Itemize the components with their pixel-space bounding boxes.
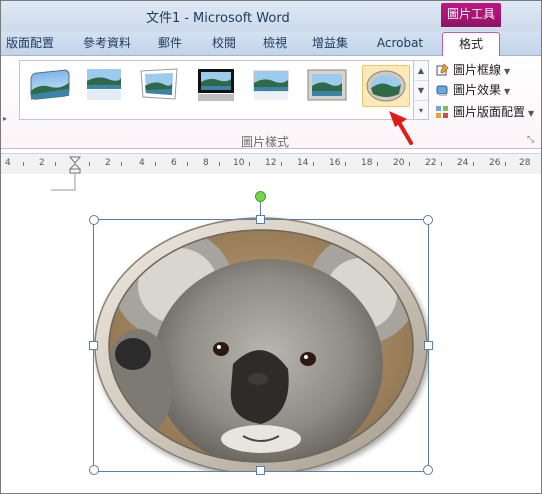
picture-layout-icon [435, 105, 449, 119]
tab-view[interactable]: 檢視 [257, 34, 293, 54]
tab-mailings[interactable]: 郵件 [152, 34, 188, 54]
resize-handle-top-left[interactable] [89, 215, 99, 225]
resize-handle-top-right[interactable] [423, 215, 433, 225]
document-name: 文件1 [146, 11, 181, 26]
style-perspective-white[interactable] [137, 67, 181, 103]
title-bar: 文件1- Microsoft Word 圖片工具 [1, 1, 541, 31]
gallery-scroll-down-icon[interactable]: ▼ [414, 81, 428, 101]
resize-handle-bottom-right[interactable] [423, 465, 433, 475]
picture-effects-button[interactable]: 圖片效果 ▼ [435, 81, 510, 99]
dialog-launcher-icon[interactable]: ⤡ [527, 135, 534, 145]
ruler-number: 8 [203, 158, 209, 168]
indent-marker-icon[interactable] [69, 156, 81, 174]
document-canvas[interactable] [1, 174, 541, 493]
ribbon-tabs: 版面配置 參考資料 郵件 校閱 檢視 增益集 Acrobat 格式 [1, 31, 541, 57]
title-separator: - [184, 11, 189, 26]
picture-border-icon [435, 63, 449, 77]
ruler-number: 6 [171, 158, 177, 168]
tab-format[interactable]: 格式 [442, 32, 500, 57]
app-name: Microsoft Word [192, 11, 290, 26]
rotation-handle[interactable] [255, 191, 266, 202]
selection-box [93, 219, 429, 472]
ruler-number: 4 [139, 158, 145, 168]
style-metal-oval[interactable] [362, 65, 410, 107]
ruler-number: 26 [489, 158, 501, 168]
picture-effects-label: 圖片效果 [453, 83, 502, 97]
tab-page-layout[interactable]: 版面配置 [1, 34, 59, 54]
style-black-frame-reflection[interactable] [194, 67, 238, 103]
word-window: 文件1- Microsoft Word 圖片工具 版面配置 參考資料 郵件 校閱 … [0, 0, 542, 494]
ruler-number: 22 [425, 158, 437, 168]
window-title: 文件1- Microsoft Word [146, 7, 290, 26]
picture-layout-label: 圖片版面配置 [453, 105, 526, 119]
tab-add-ins[interactable]: 增益集 [307, 34, 353, 54]
resize-handle-left[interactable] [89, 341, 98, 350]
picture-layout-button[interactable]: 圖片版面配置 ▼ [435, 103, 534, 121]
ruler-number: 16 [329, 158, 341, 168]
chevron-down-icon: ▼ [528, 109, 535, 118]
margin-corner-mark [51, 174, 76, 191]
tab-acrobat[interactable]: Acrobat [371, 34, 429, 54]
red-arrow-icon [389, 111, 413, 145]
tab-references[interactable]: 參考資料 [77, 34, 137, 54]
ruler-number: 10 [233, 158, 245, 168]
ruler-number: 20 [393, 158, 405, 168]
picture-styles-gallery [19, 60, 416, 120]
ruler-number: 4 [5, 158, 11, 168]
picture-border-button[interactable]: 圖片框線 ▼ [435, 61, 510, 79]
horizontal-ruler[interactable]: 4 2 2 4 6 8 10 12 14 16 18 20 22 24 26 2… [1, 153, 541, 175]
picture-border-label: 圖片框線 [453, 63, 502, 77]
picture-tools-context-label: 圖片工具 [441, 3, 501, 27]
tab-review[interactable]: 校閱 [206, 34, 242, 54]
ruler-number: 2 [105, 158, 111, 168]
style-simple-reflection[interactable] [249, 67, 293, 103]
style-metal-frame[interactable] [305, 67, 349, 103]
chevron-down-icon: ▼ [504, 87, 511, 96]
ruler-number: 14 [297, 158, 309, 168]
resize-handle-right[interactable] [424, 341, 433, 350]
ruler-number: 28 [519, 158, 531, 168]
picture-effects-icon [435, 83, 449, 97]
resize-handle-bottom-left[interactable] [89, 465, 99, 475]
ruler-number: 12 [265, 158, 277, 168]
style-soft-edge-rounded[interactable] [28, 67, 72, 103]
resize-handle-top[interactable] [256, 215, 265, 224]
picture-styles-group-label: 圖片樣式 [241, 135, 290, 149]
style-reflected-rectangle[interactable] [82, 67, 126, 103]
ribbon-left-arrow-icon: ▸ [3, 114, 8, 123]
resize-handle-bottom[interactable] [256, 466, 265, 475]
chevron-down-icon: ▼ [504, 67, 511, 76]
gallery-scroll-up-icon[interactable]: ▲ [414, 61, 428, 81]
ribbon-panel: ▸ ▲ ▼ ▾ 圖片框線 ▼ 圖片效果 ▼ 圖片版面配置 ▼ 圖片樣式 ⤡ [1, 56, 541, 149]
ruler-number: 2 [39, 158, 45, 168]
ruler-number: 18 [361, 158, 373, 168]
ruler-number: 24 [457, 158, 469, 168]
